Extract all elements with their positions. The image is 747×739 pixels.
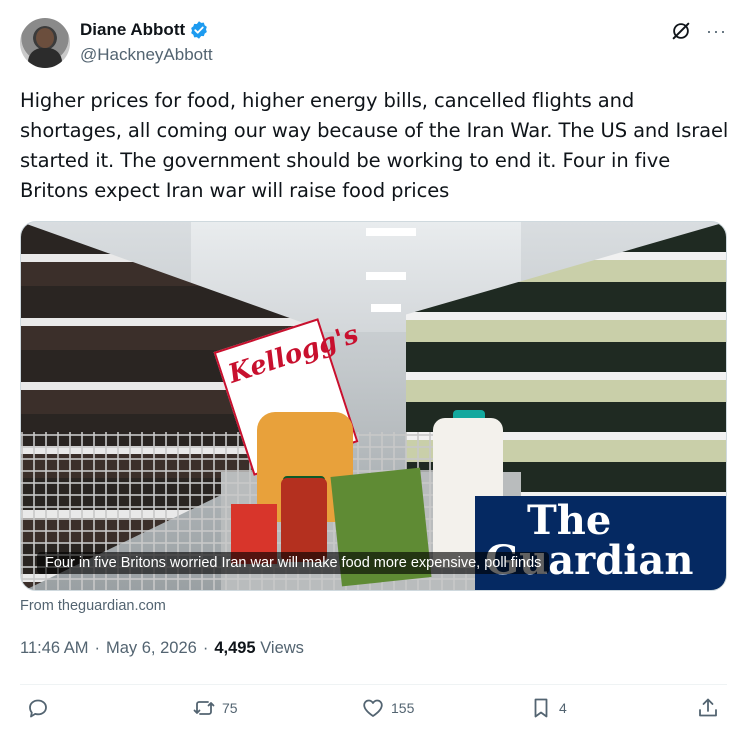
divider <box>20 684 727 685</box>
header-icons: ··· <box>670 20 727 42</box>
avatar-body <box>28 48 62 68</box>
views-count[interactable]: 4,495 <box>214 639 255 657</box>
author-display-name[interactable]: Diane Abbott <box>80 20 185 40</box>
more-options-icon[interactable]: ··· <box>706 20 727 42</box>
tweet-header: Diane Abbott @HackneyAbbott ··· <box>20 18 727 68</box>
bookmark-count: 4 <box>559 700 567 716</box>
name-row: Diane Abbott <box>80 20 209 40</box>
action-bar: 75 155 4 <box>20 696 727 730</box>
avatar-face <box>36 28 54 48</box>
retweet-button[interactable]: 75 <box>192 696 238 720</box>
meta-separator: · <box>94 639 101 657</box>
link-card-media[interactable]: Kellogg's The Guardian Four in five Brit… <box>20 221 727 591</box>
like-button[interactable]: 155 <box>361 696 414 720</box>
sauce-jar <box>281 478 327 562</box>
meta-separator: · <box>202 639 209 657</box>
author-handle[interactable]: @HackneyAbbott <box>80 45 213 65</box>
bookmark-button[interactable]: 4 <box>529 696 567 720</box>
ceiling-light <box>366 272 406 280</box>
reply-button[interactable] <box>26 696 56 720</box>
retweet-count: 75 <box>222 700 238 716</box>
views-label: Views <box>260 639 304 657</box>
share-icon <box>699 698 717 717</box>
bookmark-icon <box>534 698 548 718</box>
retweet-icon <box>193 701 215 715</box>
share-button[interactable] <box>696 696 726 720</box>
heart-icon <box>363 699 383 717</box>
avatar[interactable] <box>20 18 70 68</box>
tweet-text: Higher prices for food, higher energy bi… <box>20 89 729 202</box>
like-count: 155 <box>391 700 415 716</box>
link-source[interactable]: From theguardian.com <box>20 598 166 614</box>
tweet-date[interactable]: May 6, 2026 <box>106 639 197 658</box>
ceiling-light <box>371 304 401 312</box>
guardian-logo-the: The <box>527 497 612 544</box>
verified-badge-icon <box>191 21 207 39</box>
grok-icon[interactable] <box>670 20 692 42</box>
guardian-logo: The Guardian <box>475 496 726 590</box>
tweet-meta: 11:46 AM · May 6, 2026 · 4,495 Views <box>20 639 304 658</box>
tweet-time[interactable]: 11:46 AM <box>20 639 89 658</box>
reply-icon <box>29 699 47 718</box>
ceiling-light <box>366 228 416 236</box>
link-card-caption[interactable]: Four in five Britons worried Iran war wi… <box>37 552 550 574</box>
